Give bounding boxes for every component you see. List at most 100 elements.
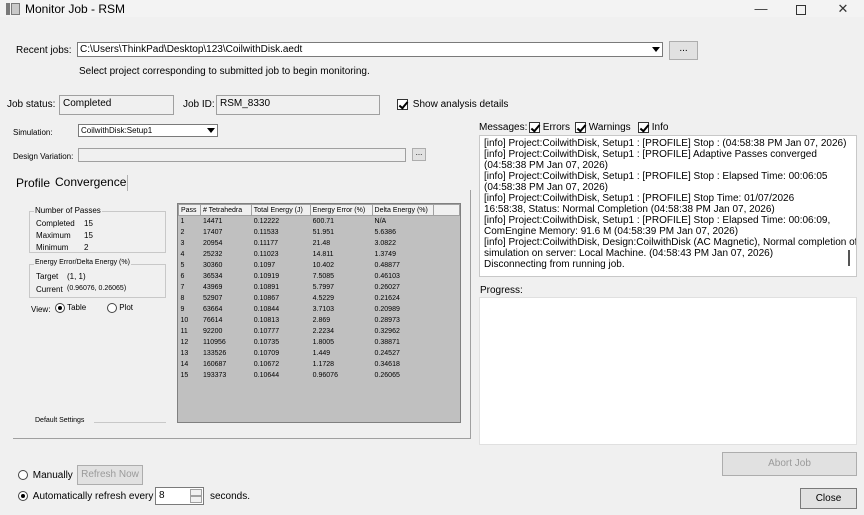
design-variation-button[interactable]: ... <box>412 148 426 161</box>
browse-project-button[interactable]: ... <box>669 41 698 60</box>
table-row[interactable]: 5 30360 0.1097 10.402 0.48877 <box>178 259 460 271</box>
table-row[interactable]: 3 20954 0.11177 21.48 3.0822 <box>178 237 460 249</box>
column-header[interactable]: Total Energy (J) <box>250 204 311 216</box>
checkbox-check-icon <box>638 122 649 133</box>
show-details-checkbox[interactable]: Show analysis details <box>397 99 508 110</box>
table-cell-blank <box>433 325 460 337</box>
spin-up-icon[interactable] <box>190 489 202 496</box>
view-table-radio[interactable]: Table <box>55 303 86 313</box>
messages-label: Messages: <box>479 122 528 133</box>
minimize-button[interactable]: — <box>739 0 783 17</box>
table-cell: 2.2234 <box>310 325 373 337</box>
refresh-now-button[interactable]: Refresh Now <box>77 465 143 485</box>
energy-target-label: Target <box>36 272 59 281</box>
table-cell: 3.0822 <box>372 237 435 249</box>
job-id-field: RSM_8330 <box>216 95 380 115</box>
maximize-button[interactable] <box>779 0 823 17</box>
table-row[interactable]: 13 133526 0.10709 1.449 0.24527 <box>178 347 460 359</box>
view-label: View: <box>31 305 51 314</box>
close-button[interactable]: Close <box>800 488 857 509</box>
table-cell: 4 <box>178 248 201 260</box>
manual-refresh-radio[interactable]: Manually <box>18 470 73 481</box>
table-cell: 1.1728 <box>310 358 373 370</box>
radio-icon <box>18 491 28 502</box>
table-cell: 63664 <box>200 303 252 315</box>
table-cell: 10 <box>178 314 201 326</box>
info-label: Info <box>651 122 669 134</box>
info-checkbox[interactable]: Info <box>638 122 668 133</box>
table-row[interactable]: 1 14471 0.12222 600.71 N/A <box>178 215 460 227</box>
tab-convergence[interactable]: Convergence <box>54 175 129 191</box>
table-row[interactable]: 9 63664 0.10844 3.7103 0.20989 <box>178 303 460 315</box>
table-header-row: Pass # Tetrahedra Total Energy (J) Energ… <box>178 204 460 216</box>
table-row[interactable]: 11 92200 0.10777 2.2234 0.32962 <box>178 325 460 337</box>
table-cell: 193373 <box>200 369 252 381</box>
tab-profile[interactable]: Profile <box>16 176 50 190</box>
table-cell: 110956 <box>200 336 252 348</box>
show-details-label: Show analysis details <box>412 99 509 111</box>
table-cell: 2.869 <box>310 314 373 326</box>
progress-area <box>479 297 857 445</box>
errors-checkbox[interactable]: Errors <box>529 122 570 133</box>
messages-log[interactable]: [info] Project:CoilwithDisk, Setup1 : [P… <box>479 135 857 277</box>
simulation-select[interactable]: CoilwithDisk:Setup1 <box>78 124 218 137</box>
table-cell-blank <box>433 281 460 293</box>
auto-refresh-radio[interactable]: Automatically refresh every <box>18 491 153 502</box>
convergence-table-container[interactable]: Pass # Tetrahedra Total Energy (J) Energ… <box>177 203 461 423</box>
table-row[interactable]: 2 17407 0.11533 51.951 5.6386 <box>178 226 460 238</box>
table-row[interactable]: 10 76614 0.10813 2.869 0.28973 <box>178 314 460 326</box>
message-line: (04:58:38 PM Jan 07, 2026) <box>484 160 608 171</box>
table-row[interactable]: 4 25232 0.11023 14.811 1.3749 <box>178 248 460 260</box>
design-variation-label: Design Variation: <box>13 152 74 161</box>
table-cell: 0.10709 <box>251 347 311 359</box>
table-cell: 0.1097 <box>251 259 311 271</box>
table-row[interactable]: 7 43969 0.10891 5.7997 0.26027 <box>178 281 460 293</box>
refresh-interval-value: 8 <box>159 490 165 501</box>
table-cell: 5.6386 <box>372 226 435 238</box>
table-cell: 4.5229 <box>310 292 373 304</box>
table-cell-blank <box>433 292 460 304</box>
title-bar[interactable] <box>0 0 864 17</box>
table-cell: 15 <box>178 369 201 381</box>
table-cell: 9 <box>178 303 201 315</box>
table-cell: 0.26027 <box>372 281 435 293</box>
table-cell: 0.28973 <box>372 314 435 326</box>
view-plot-radio[interactable]: Plot <box>107 303 133 313</box>
table-row[interactable]: 12 110956 0.10735 1.8005 0.38871 <box>178 336 460 348</box>
warnings-checkbox[interactable]: Warnings <box>575 122 631 133</box>
refresh-interval-spinner[interactable]: 8 <box>155 487 204 505</box>
view-plot-label: Plot <box>119 303 134 313</box>
warnings-label: Warnings <box>588 122 631 134</box>
recent-jobs-label: Recent jobs: <box>16 45 72 56</box>
table-cell: 7.5085 <box>310 270 373 282</box>
table-cell: 12 <box>178 336 201 348</box>
table-cell: 0.96076 <box>310 369 373 381</box>
checkbox-check-icon <box>397 99 408 110</box>
table-cell: 21.48 <box>310 237 373 249</box>
auto-refresh-label: Automatically refresh every <box>32 491 154 502</box>
column-header[interactable]: Pass <box>178 204 201 216</box>
message-line: [info] Project:CoilwithDisk, Setup1 : [P… <box>484 193 795 204</box>
table-row[interactable]: 8 52907 0.10867 4.5229 0.21624 <box>178 292 460 304</box>
table-cell: 3 <box>178 237 201 249</box>
manual-refresh-label: Manually <box>32 470 73 481</box>
table-cell-blank <box>433 248 460 260</box>
table-cell: 0.48877 <box>372 259 435 271</box>
design-variation-field <box>78 148 406 162</box>
recent-jobs-combo[interactable]: C:\Users\ThinkPad\Desktop\123\CoilwithDi… <box>77 42 663 57</box>
energy-group-title: Energy Error/Delta Energy (%) <box>34 259 131 266</box>
close-window-button[interactable]: ✕ <box>821 0 864 17</box>
messages-scrollbar[interactable] <box>848 250 850 266</box>
table-cell-blank <box>433 215 460 227</box>
table-row[interactable]: 15 193373 0.10644 0.96076 0.26065 <box>178 369 460 381</box>
column-header[interactable]: Energy Error (%) <box>309 204 373 216</box>
spin-down-icon[interactable] <box>190 496 202 503</box>
table-cell: 14471 <box>200 215 252 227</box>
table-row[interactable]: 14 160687 0.10672 1.1728 0.34618 <box>178 358 460 370</box>
abort-job-button[interactable]: Abort Job <box>722 452 857 476</box>
column-header[interactable]: Delta Energy (%) <box>371 204 435 216</box>
radio-icon <box>18 470 28 481</box>
table-row[interactable]: 6 36534 0.10919 7.5085 0.46103 <box>178 270 460 282</box>
table-cell: 0.21624 <box>372 292 435 304</box>
column-header[interactable]: # Tetrahedra <box>199 204 252 216</box>
